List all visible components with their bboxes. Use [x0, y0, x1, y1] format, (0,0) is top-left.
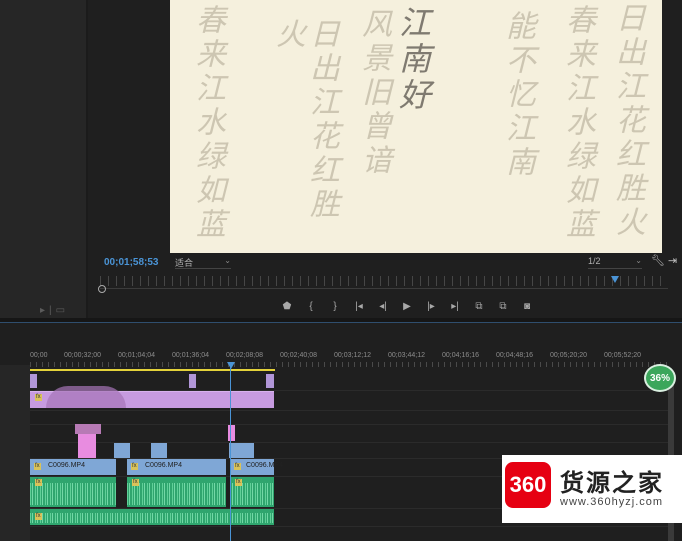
- mark-out-button[interactable]: }: [328, 301, 342, 312]
- go-to-out-button[interactable]: ▸|: [448, 301, 462, 312]
- video-clip[interactable]: [266, 374, 274, 388]
- video-frame: 江南好 风景旧曾谙 日出江花红胜火 春来江水绿如蓝 日出江花红胜火 春来江水绿如…: [170, 0, 662, 253]
- track-divider: [30, 424, 670, 425]
- panel-tools[interactable]: ▸|▭: [40, 305, 69, 316]
- ruler-label: 00;05;52;20: [604, 352, 641, 359]
- calligraphy-line: 日出江花红胜火: [610, 2, 645, 240]
- ruler-label: 00;01;36;04: [172, 352, 209, 359]
- step-back-button[interactable]: ◂|: [376, 301, 390, 312]
- ruler-label: 00;05;20;20: [550, 352, 587, 359]
- track-divider: [30, 526, 670, 527]
- track-divider: [30, 410, 670, 411]
- ruler-label: 00;04;48;16: [496, 352, 533, 359]
- video-clip[interactable]: [151, 443, 167, 458]
- fx-badge: fx: [131, 463, 138, 470]
- audio-clip[interactable]: fx: [230, 477, 274, 507]
- calligraphy-line: 春来江水绿如蓝: [560, 4, 595, 242]
- video-clip[interactable]: [229, 443, 254, 458]
- audio-clip[interactable]: fx: [30, 509, 274, 525]
- project-panel: [0, 0, 86, 318]
- go-to-in-button[interactable]: |◂: [352, 301, 366, 312]
- resolution-select[interactable]: 1/2 ⌄: [588, 256, 642, 269]
- timeline-playhead[interactable]: [230, 362, 231, 541]
- timeline-ruler[interactable]: [30, 362, 670, 367]
- monitor-playhead[interactable]: [611, 276, 619, 283]
- list-view-icon[interactable]: ▸|: [40, 305, 56, 316]
- track-headers: [0, 365, 30, 541]
- clip-name: C0096.MP4: [48, 462, 85, 469]
- calligraphy-line: 江南好: [394, 6, 432, 114]
- expand-icon[interactable]: ⇥: [668, 254, 677, 267]
- zoom-handle[interactable]: [98, 285, 106, 293]
- audio-waveform: [230, 483, 274, 505]
- fx-badge: fx: [235, 479, 242, 486]
- fx-badge: fx: [132, 479, 139, 486]
- calligraphy-line: 春来江水绿如蓝: [190, 4, 225, 242]
- step-forward-button[interactable]: |▸: [424, 301, 438, 312]
- video-clip[interactable]: [30, 374, 37, 388]
- ruler-label: 00;00;32;00: [64, 352, 101, 359]
- ruler-label: 00;02;40;08: [280, 352, 317, 359]
- lift-button[interactable]: ⧉: [472, 301, 486, 312]
- ruler-label: 00;02;08;08: [226, 352, 263, 359]
- watermark-logo: 360: [505, 462, 551, 508]
- video-clip[interactable]: [114, 443, 130, 458]
- ruler-label: 00;01;04;04: [118, 352, 155, 359]
- chevron-down-icon: ⌄: [635, 256, 642, 265]
- extract-button[interactable]: ⧉: [496, 301, 510, 312]
- fx-badge: fx: [35, 479, 42, 486]
- mark-in-button[interactable]: {: [304, 301, 318, 312]
- zoom-percent-badge: 36%: [644, 364, 676, 392]
- clip-name: C0096.MP4: [246, 462, 283, 469]
- fx-badge: fx: [35, 513, 42, 520]
- video-clip[interactable]: fx C0096.MP4: [230, 459, 283, 475]
- audio-clip[interactable]: fx: [127, 477, 226, 507]
- resolution-select-value: 1/2: [588, 256, 601, 266]
- monitor-time-ruler[interactable]: [100, 276, 668, 286]
- audio-waveform: [30, 483, 116, 505]
- settings-wrench-icon[interactable]: 🔧︎: [651, 254, 665, 267]
- transport-controls: ⬟ { } |◂ ◂| ▶ |▸ ▸| ⧉ ⧉ ◙: [280, 298, 534, 314]
- add-marker-button[interactable]: ⬟: [280, 301, 294, 312]
- play-button[interactable]: ▶: [400, 301, 414, 312]
- fx-badge: fx: [234, 463, 241, 470]
- calligraphy-line: 风景旧曾谙: [356, 8, 391, 178]
- fit-select-value: 适合: [175, 258, 194, 268]
- video-clip[interactable]: fx C0096.MP4: [127, 459, 226, 475]
- calligraphy-line: 能不忆江南: [500, 10, 535, 180]
- chevron-down-icon: ⌄: [224, 256, 231, 265]
- playhead-timecode[interactable]: 00;01;58;53: [104, 257, 158, 268]
- keyframe-overlay: [46, 386, 126, 408]
- export-frame-button[interactable]: ◙: [520, 301, 534, 312]
- audio-clip[interactable]: fx: [30, 477, 116, 507]
- work-area-bar[interactable]: [30, 369, 275, 371]
- timeline-ruler-labels: 00;00 00;00;32;00 00;01;04;04 00;01;36;0…: [30, 352, 670, 362]
- video-clip[interactable]: [75, 424, 101, 434]
- fit-select[interactable]: 适合 ⌄: [175, 256, 231, 269]
- fx-badge: fx: [34, 463, 41, 470]
- audio-waveform: [127, 483, 226, 505]
- ruler-label: 00;03;12;12: [334, 352, 371, 359]
- monitor-scrub-bar[interactable]: [100, 288, 668, 289]
- audio-waveform: [30, 513, 274, 523]
- timeline-playhead-handle[interactable]: [227, 362, 235, 369]
- fx-badge: fx: [35, 394, 42, 401]
- video-clip[interactable]: [189, 374, 196, 388]
- calligraphy-line: 日出江花红胜火: [270, 18, 339, 222]
- ruler-label: 00;03;44;12: [388, 352, 425, 359]
- video-clip[interactable]: fx C0096.MP4: [30, 459, 116, 475]
- video-clip[interactable]: [78, 434, 96, 458]
- watermark-url: www.360hyzj.com: [560, 496, 664, 508]
- ruler-label: 00;04;16;16: [442, 352, 479, 359]
- ruler-label: 00;00: [30, 352, 48, 359]
- clip-name: C0096.MP4: [145, 462, 182, 469]
- folder-icon[interactable]: ▭: [56, 305, 69, 316]
- watermark-title: 货源之家: [560, 468, 664, 497]
